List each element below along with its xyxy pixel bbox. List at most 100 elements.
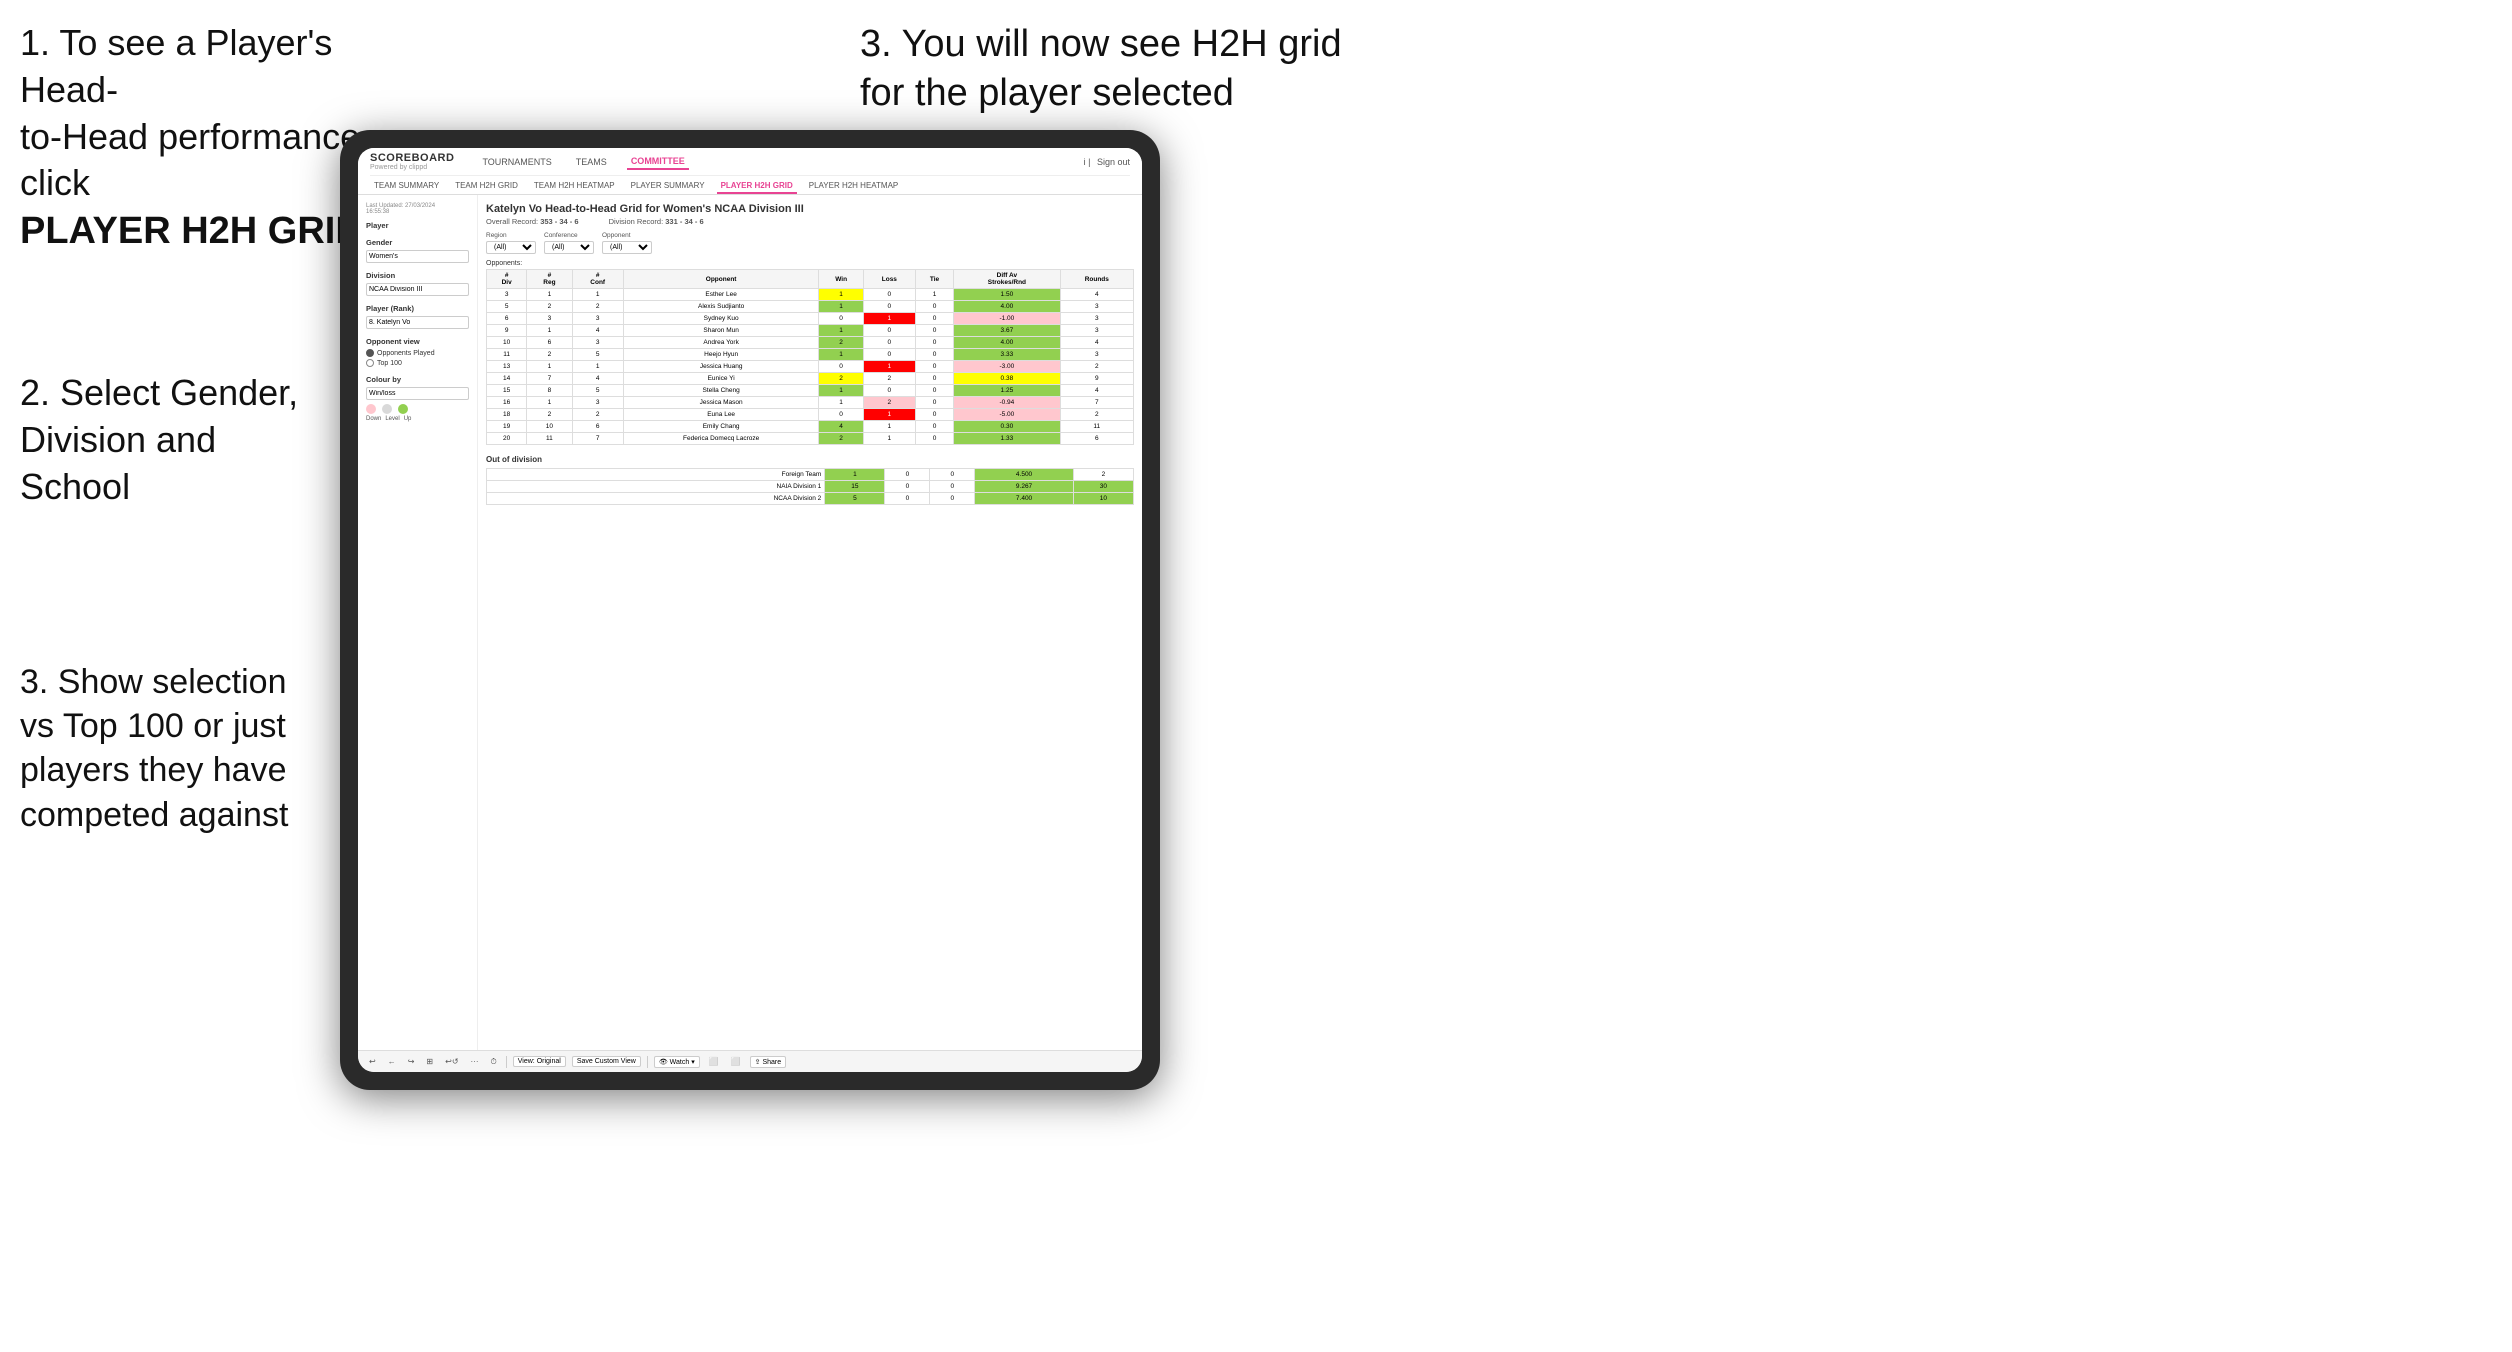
toolbar-back[interactable]: ← [385,1056,399,1067]
colour-up [398,404,408,414]
colour-circles [366,404,469,414]
sub-nav-player-h2h-heatmap[interactable]: PLAYER H2H HEATMAP [805,179,903,194]
sidebar: Last Updated: 27/03/2024 16:55:38 Player… [358,195,478,1050]
logo-title: SCOREBOARD [370,152,454,164]
logo-area: SCOREBOARD Powered by clippd [370,152,454,171]
colour-by-section: Colour by Win/loss Down Level Up [366,375,469,422]
table-row: 633Sydney Kuo010-1.003 [487,313,1134,325]
th-win: Win [819,270,863,289]
toolbar-watch[interactable]: 👁 Watch ▾ [654,1056,700,1068]
content-area: Katelyn Vo Head-to-Head Grid for Women's… [478,195,1142,1050]
table-row: 1125Heejo Hyun1003.333 [487,349,1134,361]
th-rounds: Rounds [1060,270,1133,289]
colour-by-label: Colour by [366,375,469,384]
table-row: 1585Stella Cheng1001.254 [487,385,1134,397]
conference-select[interactable]: (All) [544,241,594,254]
annotation-3-top: 3. You will now see H2H grid for the pla… [860,20,1360,119]
th-tie: Tie [915,270,953,289]
nav-top: SCOREBOARD Powered by clippd TOURNAMENTS… [370,152,1130,175]
toolbar-dots[interactable]: ··· [468,1056,482,1067]
division-select[interactable]: NCAA Division III NCAA Division I NCAA D… [366,283,469,296]
record-row: Overall Record: 353 - 34 - 6 Division Re… [486,217,1134,226]
nav-teams[interactable]: TEAMS [572,155,611,169]
sub-nav-team-summary[interactable]: TEAM SUMMARY [370,179,443,194]
sub-nav: TEAM SUMMARY TEAM H2H GRID TEAM H2H HEAT… [370,175,1130,194]
toolbar-grid[interactable]: ⊞ [423,1056,436,1067]
out-of-division-row: NAIA Division 115009.26730 [487,481,1134,493]
colour-down [366,404,376,414]
sidebar-player-rank-label: Player (Rank) [366,304,469,313]
nav-tournaments[interactable]: TOURNAMENTS [478,155,555,169]
table-row: 1474Eunice Yi2200.389 [487,373,1134,385]
data-table: #Div #Reg #Conf Opponent Win Loss Tie Di… [486,269,1134,445]
table-row: 914Sharon Mun1003.673 [487,325,1134,337]
table-header-row: #Div #Reg #Conf Opponent Win Loss Tie Di… [487,270,1134,289]
table-row: 1822Euna Lee010-5.002 [487,409,1134,421]
colour-labels: Down Level Up [366,416,469,422]
table-body: 311Esther Lee1011.504522Alexis Sudjianto… [487,289,1134,445]
table-row: 1311Jessica Huang010-3.002 [487,361,1134,373]
colour-by-select[interactable]: Win/loss [366,387,469,400]
opponents-label: Opponents: [486,260,1134,267]
sign-out-link[interactable]: Sign out [1097,157,1130,167]
out-of-division-body: Foreign Team1004.5002NAIA Division 11500… [487,469,1134,505]
logo-sub: Powered by clippd [370,164,454,171]
th-div: #Div [487,270,527,289]
out-of-division-label: Out of division [486,455,1134,464]
conference-filter: Conference (All) [544,232,594,254]
toolbar-save-custom-view[interactable]: Save Custom View [572,1056,641,1067]
sidebar-division-section: Division NCAA Division III NCAA Division… [366,271,469,296]
toolbar-refresh[interactable]: ↩↺ [442,1056,461,1067]
opponent-view-label: Opponent view [366,337,469,346]
opponent-select[interactable]: (All) [602,241,652,254]
player-rank-select[interactable]: 8. Katelyn Vo [366,316,469,329]
gender-select[interactable]: Women's Men's [366,250,469,263]
toolbar-share[interactable]: ⇪ Share [750,1056,787,1068]
sidebar-gender-section: Gender Women's Men's [366,238,469,263]
grid-title: Katelyn Vo Head-to-Head Grid for Women's… [486,203,1134,215]
toolbar-btn-square1[interactable]: ⬜ [706,1056,722,1067]
toolbar-view-original[interactable]: View: Original [513,1056,566,1067]
table-row: 19106Emily Chang4100.3011 [487,421,1134,433]
radio-dot-opponents [366,349,374,357]
table-row: 1063Andrea York2004.004 [487,337,1134,349]
toolbar-undo[interactable]: ↩ [366,1056,379,1067]
th-conf: #Conf [572,270,623,289]
th-opponent: Opponent [623,270,819,289]
sidebar-gender-label: Gender [366,238,469,247]
radio-dot-top100 [366,359,374,367]
sub-nav-player-h2h-grid[interactable]: PLAYER H2H GRID [717,179,797,194]
table-row: 311Esther Lee1011.504 [487,289,1134,301]
th-reg: #Reg [527,270,572,289]
th-loss: Loss [863,270,915,289]
colour-level [382,404,392,414]
radio-top100[interactable]: Top 100 [366,359,469,367]
radio-opponents-played[interactable]: Opponents Played [366,349,469,357]
table-row: 20117Federica Domecq Lacroze2101.336 [487,433,1134,445]
toolbar-btn-square2[interactable]: ⬜ [728,1056,744,1067]
sub-nav-team-h2h-heatmap[interactable]: TEAM H2H HEATMAP [530,179,619,194]
nav-bar: SCOREBOARD Powered by clippd TOURNAMENTS… [358,148,1142,195]
th-diff: Diff AvStrokes/Rnd [954,270,1060,289]
out-of-division-row: NCAA Division 25007.40010 [487,493,1134,505]
main-content: Last Updated: 27/03/2024 16:55:38 Player… [358,195,1142,1050]
toolbar-redo[interactable]: ↪ [405,1056,418,1067]
sub-nav-team-h2h-grid[interactable]: TEAM H2H GRID [451,179,522,194]
sidebar-player-label: Player [366,221,469,230]
out-of-division-table: Foreign Team1004.5002NAIA Division 11500… [486,468,1134,505]
sub-nav-player-summary[interactable]: PLAYER SUMMARY [627,179,709,194]
overall-record-label: Overall Record: 353 - 34 - 6 [486,217,579,226]
toolbar-timer[interactable]: ⏱ [488,1056,500,1068]
opponent-view-section: Opponent view Opponents Played Top 100 [366,337,469,367]
region-select[interactable]: (All) [486,241,536,254]
sidebar-player-section: Player [366,221,469,230]
nav-committee[interactable]: COMMITTEE [627,154,689,170]
tablet-screen: SCOREBOARD Powered by clippd TOURNAMENTS… [358,148,1142,1072]
opponent-filter: Opponent (All) [602,232,652,254]
sidebar-timestamp: Last Updated: 27/03/2024 16:55:38 [366,203,469,215]
tablet: SCOREBOARD Powered by clippd TOURNAMENTS… [340,130,1160,1090]
sidebar-division-label: Division [366,271,469,280]
toolbar-divider-2 [647,1056,648,1068]
sidebar-player-rank-section: Player (Rank) 8. Katelyn Vo [366,304,469,329]
nav-right: i | Sign out [1084,157,1130,167]
